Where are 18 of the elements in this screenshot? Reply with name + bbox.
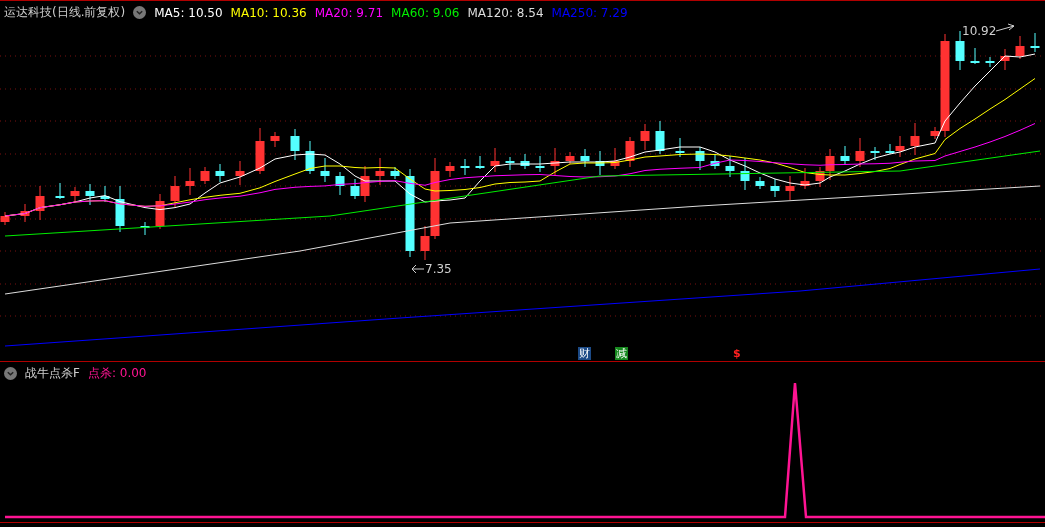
ma-value: MA10: 10.36 bbox=[230, 5, 307, 20]
ma-value: MA5: 10.50 bbox=[154, 5, 223, 20]
ma-value: MA60: 9.06 bbox=[391, 5, 460, 20]
indicator-title: 战牛点杀F bbox=[25, 365, 80, 382]
high-price-label: 10.92 bbox=[962, 24, 997, 38]
arrow-icon bbox=[411, 264, 425, 274]
signal-mark: $ bbox=[732, 347, 742, 360]
signal-badge: 减 bbox=[615, 347, 628, 360]
signal-badge: 财 bbox=[578, 347, 591, 360]
indicator-reading: 点杀: 0.00 bbox=[87, 365, 147, 382]
ma-value: MA120: 8.54 bbox=[467, 5, 544, 20]
ma-value: MA250: 7.29 bbox=[551, 5, 628, 20]
collapse-icon[interactable] bbox=[133, 6, 147, 19]
low-price-label: 7.35 bbox=[425, 262, 452, 276]
arrow-icon bbox=[995, 23, 1015, 32]
chart-title: 运达科技(日线.前复权) bbox=[4, 4, 126, 21]
collapse-icon[interactable] bbox=[4, 367, 17, 380]
ma-value: MA20: 9.71 bbox=[314, 5, 384, 20]
